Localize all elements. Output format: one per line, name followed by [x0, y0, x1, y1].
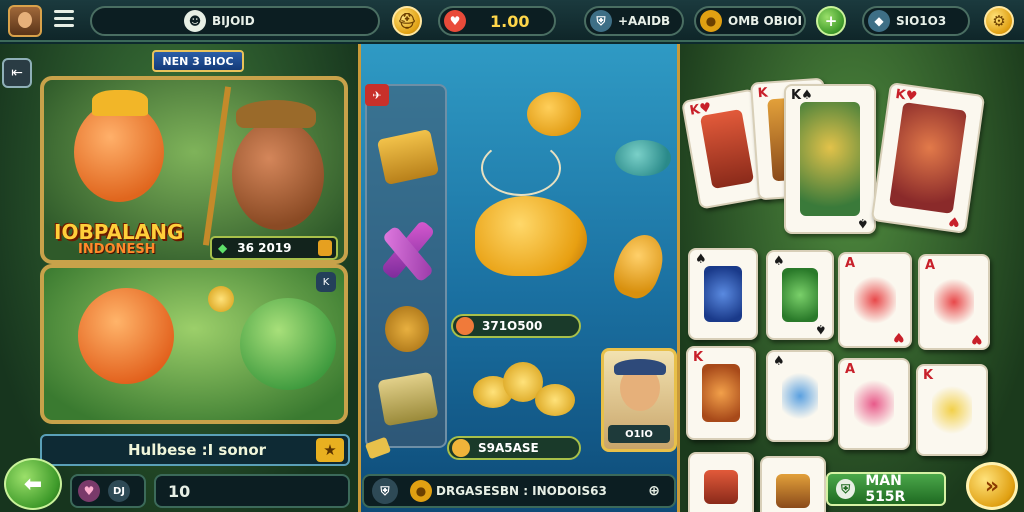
stat-three-pill[interactable]: ◆ SIO1O3 [862, 6, 970, 36]
plus-icon[interactable]: + [816, 6, 846, 36]
heart-icon: ♥ [444, 10, 466, 32]
shield-icon[interactable]: ⛨ [372, 478, 398, 504]
fish-creature [78, 288, 174, 384]
stat-one-value: +AAIDB [618, 14, 671, 28]
playing-card[interactable]: K [686, 346, 756, 440]
coin-icon [452, 439, 470, 457]
reward-chip[interactable]: S9A5ASE [447, 436, 581, 460]
stat-two-pill[interactable]: ● OMB OBIOI [694, 6, 806, 36]
coin-icon [208, 286, 234, 312]
shield-icon: ⛨ [590, 10, 612, 32]
catch-chip[interactable]: 371O500 [451, 314, 581, 338]
stat-two-value: OMB OBIOI [728, 14, 802, 28]
game-title: IOBPALANG [54, 220, 184, 244]
playing-card[interactable]: K♠ ♠ [784, 84, 876, 234]
playing-card[interactable]: A [838, 358, 910, 450]
player-avatar[interactable] [8, 5, 42, 37]
fishing-line [481, 140, 561, 196]
user-icon[interactable]: DJ [108, 480, 130, 502]
home-icon[interactable]: ⬅ [4, 458, 62, 510]
playing-card[interactable]: K [916, 364, 988, 456]
playing-card[interactable]: K♥ ♥ [870, 82, 986, 234]
explorer-creature [232, 120, 324, 230]
playing-card[interactable]: ♠ ♠ [766, 250, 834, 340]
fire-creature [74, 102, 164, 202]
star-icon[interactable]: ★ [316, 438, 344, 462]
player-card[interactable]: O1IO [601, 348, 677, 452]
reward-value: S9A5ASE [478, 441, 539, 455]
middle-footer[interactable]: ⛨ ● DRGASESBN : INODOIS63 ⊕ [362, 474, 676, 508]
game-card-bottom[interactable]: K [40, 264, 348, 424]
golden-fish[interactable] [475, 196, 587, 276]
footer-value-box[interactable]: 10 [154, 474, 350, 508]
calculator-tool[interactable] [376, 128, 440, 186]
right-cards-panel: K♥ K K♠ ♠ K♥ ♥ ♠ ♠ ♠ A ♥ A ♥ K ♠ A K [680, 44, 1024, 512]
rope-tool[interactable] [385, 306, 429, 352]
balance-value: 1.00 [490, 11, 530, 31]
playing-card[interactable]: ♠ [688, 248, 758, 340]
playing-card[interactable]: A ♥ [838, 252, 912, 348]
catch-value: 371O500 [482, 319, 543, 333]
small-fish[interactable] [527, 92, 581, 136]
playing-card[interactable]: ♠ [766, 350, 834, 442]
middle-fishing-panel: ✈ 371O500 O1IO S9A5ASE [358, 44, 680, 512]
back-arrow-icon[interactable]: ⇤ [2, 58, 32, 88]
creature-crown [92, 90, 148, 116]
game-card-top[interactable]: IOBPALANG INDONESH ◆ 36 2019 [40, 76, 348, 264]
register-tool[interactable] [377, 371, 439, 427]
middle-footer-text: DRGASESBN : INODOIS63 [436, 484, 607, 498]
gem-icon: ◆ [868, 10, 890, 32]
stat-one-pill[interactable]: ⛨ +AAIDB [584, 6, 684, 36]
score-value: 36 2019 [237, 241, 292, 255]
win-chip[interactable]: ⛨ MAN 515R [826, 472, 946, 506]
gem-icon: ◆ [218, 241, 228, 255]
player-name: BIJOID [212, 14, 255, 28]
playing-card[interactable] [688, 452, 754, 512]
top-badge[interactable]: ✈ [365, 84, 389, 106]
close-button[interactable]: K [316, 272, 336, 292]
helmet-icon[interactable]: ⛑ [392, 6, 422, 36]
status-text: Hulbese :I sonor [128, 441, 267, 459]
card-value: O1IO [608, 425, 670, 443]
playing-card[interactable] [760, 456, 826, 512]
forward-arrow-button[interactable]: » [966, 462, 1018, 510]
footer-value: 10 [168, 481, 191, 501]
chest-icon [318, 240, 332, 256]
tool-column: ✈ [365, 84, 447, 448]
player-icon: ☻ [184, 10, 206, 32]
heart-icon[interactable]: ♥ [78, 480, 100, 502]
game-subtitle: INDONESH [78, 242, 156, 257]
footer-icons: ♥ DJ [70, 474, 146, 508]
coins-icon: ● [700, 10, 722, 32]
playing-card[interactable]: A ♥ [918, 254, 990, 350]
score-chip[interactable]: ◆ 36 2019 [210, 236, 338, 260]
crosshair-icon[interactable]: ⊕ [648, 483, 660, 499]
stat-three-value: SIO1O3 [896, 14, 947, 28]
coin-pile [473, 360, 577, 424]
top-bar: ☻ BIJOID ⛑ ♥ 1.00 ⛨ +AAIDB ● OMB OBIOI +… [0, 0, 1024, 42]
player-name-pill[interactable]: ☻ BIJOID [90, 6, 380, 36]
card-hat [614, 359, 666, 375]
staff [202, 86, 232, 246]
game-tag[interactable]: NEN 3 BIOC [152, 50, 244, 72]
teal-fish[interactable] [615, 140, 671, 176]
coin-icon [456, 317, 474, 335]
frog-creature [240, 298, 336, 390]
win-text: MAN 515R [865, 473, 906, 505]
hamburger-icon[interactable] [54, 10, 74, 30]
explorer-hat [236, 100, 316, 128]
status-bar: Hulbese :I sonor ★ [40, 434, 350, 466]
balance-pill[interactable]: ♥ 1.00 [438, 6, 556, 36]
coins-icon: ● [410, 480, 432, 502]
settings-icon[interactable]: ⚙ [984, 6, 1014, 36]
jumping-fish[interactable] [607, 228, 671, 304]
shield-icon: ⛨ [836, 479, 856, 499]
